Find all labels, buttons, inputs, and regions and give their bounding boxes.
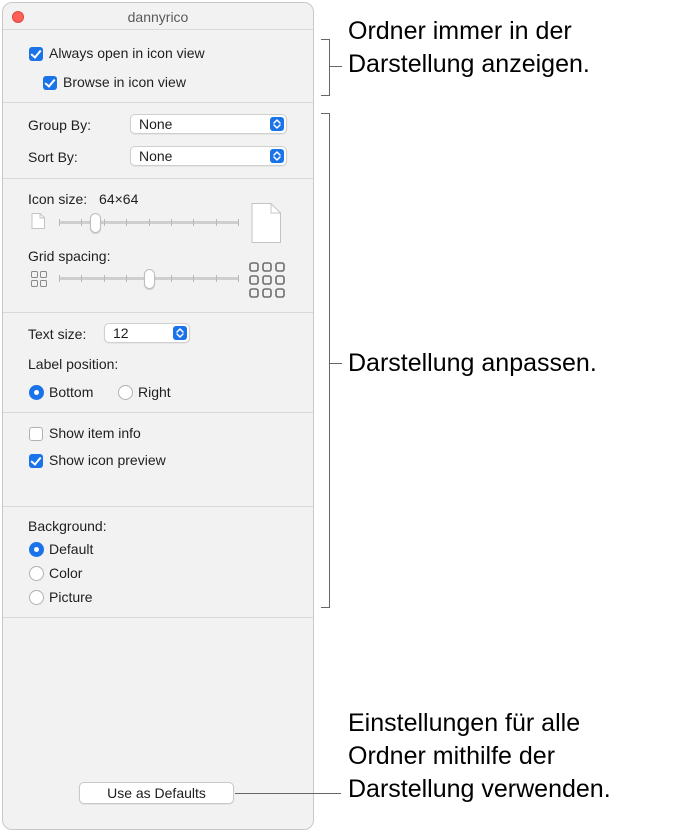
background-label: Background: <box>28 518 107 534</box>
slider-knob[interactable] <box>90 213 101 233</box>
use-as-defaults-button[interactable]: Use as Defaults <box>79 782 234 804</box>
slider-tick <box>216 275 217 282</box>
slider-tick <box>238 219 239 226</box>
slider-tick <box>126 219 127 226</box>
callout-line-bottom <box>235 793 341 795</box>
group-by-popup[interactable]: None <box>130 114 287 134</box>
window-title: dannyrico <box>127 9 189 25</box>
checkbox-label: Always open in icon view <box>49 45 205 61</box>
slider-tick <box>81 275 82 282</box>
divider <box>3 506 313 507</box>
icon-size-label: Icon size: 64×64 <box>28 191 139 207</box>
large-document-icon <box>251 203 281 243</box>
slider-knob[interactable] <box>144 269 155 289</box>
radio-selected-icon <box>29 542 44 557</box>
slider-tick <box>171 219 172 226</box>
divider <box>3 102 313 103</box>
small-grid-icon <box>31 271 47 287</box>
slider-tick <box>193 219 194 226</box>
radio-label: Right <box>138 384 171 400</box>
text-size-value: 12 <box>113 325 129 341</box>
slider-tick <box>216 219 217 226</box>
sort-by-popup[interactable]: None <box>130 146 287 166</box>
stepper-arrows-icon <box>173 326 187 340</box>
annotation-top: Ordner immer in der Darstellung anzeigen… <box>348 15 590 81</box>
checkbox-checked-icon <box>29 454 43 468</box>
icon-size-slider[interactable] <box>59 213 239 237</box>
checkbox-checked-icon <box>29 47 43 61</box>
annotation-line: Darstellung verwenden. <box>348 775 611 803</box>
radio-unselected-icon <box>118 385 133 400</box>
label-position-label: Label position: <box>28 356 119 372</box>
radio-label: Picture <box>49 589 93 605</box>
slider-tick <box>126 275 127 282</box>
slider-tick <box>59 219 60 226</box>
slider-tick <box>193 275 194 282</box>
radio-label: Color <box>49 565 83 581</box>
slider-tick <box>238 275 239 282</box>
small-document-icon <box>31 213 45 229</box>
grid-spacing-slider[interactable] <box>59 269 239 293</box>
radio-label: Bottom <box>49 384 94 400</box>
title-bar: dannyrico <box>3 3 313 29</box>
annotation-bottom: Einstellungen für alle Ordner mithilfe d… <box>348 707 611 806</box>
callout-line-top <box>330 66 342 68</box>
text-size-popup[interactable]: 12 <box>104 323 190 343</box>
annotation-line: Einstellungen für alle <box>348 709 581 737</box>
group-by-label: Group By: <box>28 117 92 133</box>
slider-tick <box>104 219 105 226</box>
annotation-line: Darstellung anzeigen. <box>348 50 590 78</box>
checkbox-unchecked-icon <box>29 427 43 441</box>
annotation-line: Ordner immer in der <box>348 17 572 45</box>
checkbox-label: Show icon preview <box>49 452 166 468</box>
sort-by-value: None <box>139 148 173 164</box>
divider <box>3 29 313 30</box>
callout-line-middle <box>330 363 342 365</box>
slider-tick <box>59 275 60 282</box>
grid-spacing-label: Grid spacing: <box>28 248 111 264</box>
slider-tick <box>104 275 105 282</box>
checkbox-label: Browse in icon view <box>63 74 186 90</box>
divider <box>3 312 313 313</box>
stepper-arrows-icon <box>270 149 284 163</box>
icon-size-value: 64×64 <box>99 191 139 207</box>
annotation-line: Darstellung anpassen. <box>348 349 597 377</box>
annotation-line: Ordner mithilfe der <box>348 742 556 770</box>
divider <box>3 412 313 413</box>
stepper-arrows-icon <box>270 117 284 131</box>
callout-bracket-top <box>321 39 330 96</box>
slider-tick <box>81 219 82 226</box>
finder-view-options-window: dannyrico Always open in icon view Brows… <box>2 2 314 830</box>
callout-bracket-middle <box>321 113 330 608</box>
divider <box>3 617 313 618</box>
annotation-middle: Darstellung anpassen. <box>348 347 597 380</box>
slider-tick <box>171 275 172 282</box>
radio-unselected-icon <box>29 590 44 605</box>
radio-label: Default <box>49 541 94 557</box>
text-size-label: Text size: <box>28 326 87 342</box>
slider-tick <box>149 219 150 226</box>
divider <box>3 178 313 179</box>
radio-selected-icon <box>29 385 44 400</box>
radio-unselected-icon <box>29 566 44 581</box>
group-by-value: None <box>139 116 173 132</box>
large-grid-icon <box>249 262 285 298</box>
checkbox-label: Show item info <box>49 425 141 441</box>
sort-by-label: Sort By: <box>28 149 78 165</box>
checkbox-checked-icon <box>43 76 57 90</box>
